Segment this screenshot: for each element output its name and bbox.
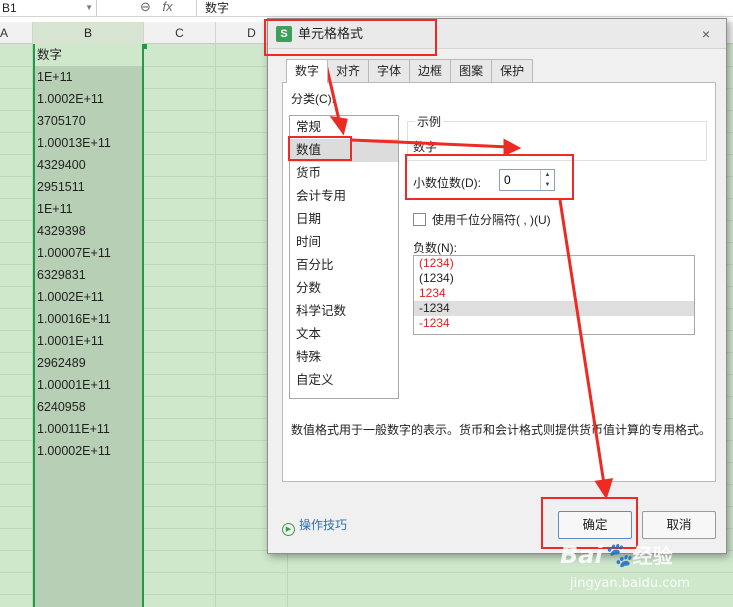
tab-number[interactable]: 数字 (286, 59, 329, 83)
paw-icon: 🐾 (602, 541, 633, 569)
annotation-arrowhead-3 (594, 478, 614, 500)
watermark-url: jingyan.baidu.com (570, 576, 690, 591)
annotation-arrow-2 (351, 138, 511, 149)
annotation-arrow-3 (558, 199, 606, 485)
watermark-brand-text: Bai (560, 541, 603, 569)
annotation-arrowhead-2 (503, 138, 522, 157)
annotation-box-title (264, 19, 437, 56)
annotation-arrowhead-1 (329, 115, 348, 136)
annotation-box-decimals (405, 154, 574, 200)
watermark-brand: Bai🐾经验 (560, 540, 673, 569)
annotation-box-category (288, 136, 352, 161)
watermark-brand-text-2: 经验 (632, 544, 673, 568)
annotation-overlay (264, 19, 638, 549)
